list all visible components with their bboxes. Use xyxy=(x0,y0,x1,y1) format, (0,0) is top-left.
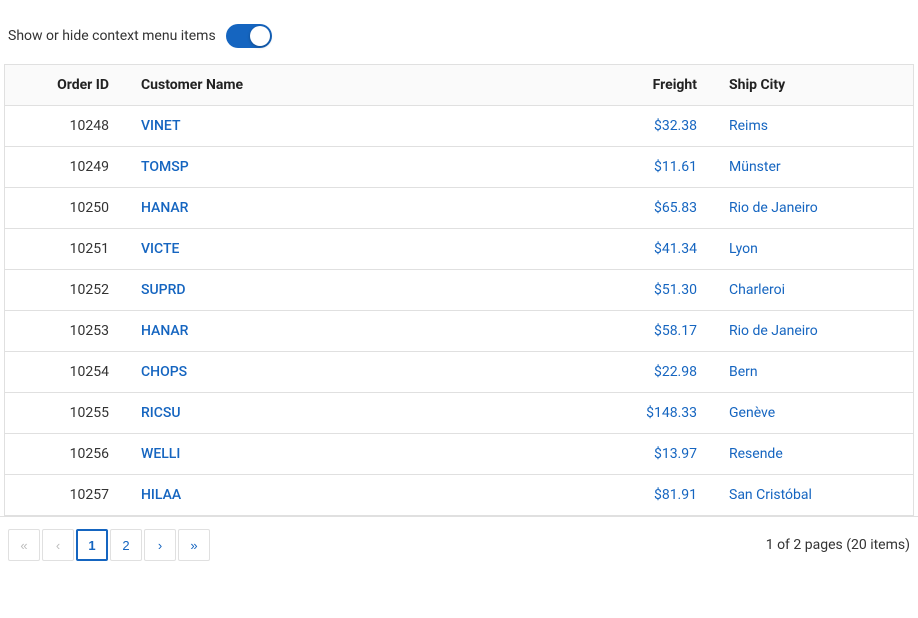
cell-customer: VINET xyxy=(125,106,593,147)
cell-freight: $22.98 xyxy=(593,352,713,393)
cell-freight: $58.17 xyxy=(593,311,713,352)
table-row[interactable]: 10257HILAA$81.91San Cristóbal xyxy=(5,475,913,516)
cell-customer: WELLI xyxy=(125,434,593,475)
cell-orderid: 10249 xyxy=(5,147,125,188)
cell-customer: CHOPS xyxy=(125,352,593,393)
col-header-shipcity: Ship City xyxy=(713,65,913,106)
cell-freight: $41.34 xyxy=(593,229,713,270)
cell-orderid: 10252 xyxy=(5,270,125,311)
cell-customer: HILAA xyxy=(125,475,593,516)
pagination-controls: « ‹ 1 2 › » xyxy=(8,529,210,561)
pagination-row: « ‹ 1 2 › » 1 of 2 pages (20 items) xyxy=(0,516,918,573)
cell-freight: $32.38 xyxy=(593,106,713,147)
cell-shipcity: Charleroi xyxy=(713,270,913,311)
table-row[interactable]: 10250HANAR$65.83Rio de Janeiro xyxy=(5,188,913,229)
context-menu-toggle[interactable] xyxy=(226,24,272,48)
page-1-button[interactable]: 1 xyxy=(76,529,108,561)
table-row[interactable]: 10248VINET$32.38Reims xyxy=(5,106,913,147)
toggle-label: Show or hide context menu items xyxy=(8,28,216,44)
cell-freight: $13.97 xyxy=(593,434,713,475)
cell-customer: SUPRD xyxy=(125,270,593,311)
cell-shipcity: Reims xyxy=(713,106,913,147)
cell-freight: $11.61 xyxy=(593,147,713,188)
cell-shipcity: Rio de Janeiro xyxy=(713,188,913,229)
col-header-freight: Freight xyxy=(593,65,713,106)
cell-shipcity: San Cristóbal xyxy=(713,475,913,516)
cell-shipcity: Rio de Janeiro xyxy=(713,311,913,352)
table-header-row: Order ID Customer Name Freight Ship City xyxy=(5,65,913,106)
cell-shipcity: Bern xyxy=(713,352,913,393)
table-row[interactable]: 10252SUPRD$51.30Charleroi xyxy=(5,270,913,311)
col-header-orderid: Order ID xyxy=(5,65,125,106)
cell-shipcity: Genève xyxy=(713,393,913,434)
cell-orderid: 10255 xyxy=(5,393,125,434)
table-row[interactable]: 10255RICSU$148.33Genève xyxy=(5,393,913,434)
toggle-slider xyxy=(226,24,272,48)
page-first-button[interactable]: « xyxy=(8,529,40,561)
cell-customer: TOMSP xyxy=(125,147,593,188)
cell-orderid: 10248 xyxy=(5,106,125,147)
page-prev-button[interactable]: ‹ xyxy=(42,529,74,561)
data-table-wrapper: Order ID Customer Name Freight Ship City… xyxy=(4,64,914,516)
cell-orderid: 10251 xyxy=(5,229,125,270)
pagination-info: 1 of 2 pages (20 items) xyxy=(766,537,910,553)
table-row[interactable]: 10253HANAR$58.17Rio de Janeiro xyxy=(5,311,913,352)
table-row[interactable]: 10256WELLI$13.97Resende xyxy=(5,434,913,475)
cell-shipcity: Resende xyxy=(713,434,913,475)
cell-customer: HANAR xyxy=(125,188,593,229)
cell-shipcity: Lyon xyxy=(713,229,913,270)
col-header-customer: Customer Name xyxy=(125,65,593,106)
table-row[interactable]: 10249TOMSP$11.61Münster xyxy=(5,147,913,188)
cell-customer: VICTE xyxy=(125,229,593,270)
page-next-button[interactable]: › xyxy=(144,529,176,561)
cell-orderid: 10254 xyxy=(5,352,125,393)
orders-table: Order ID Customer Name Freight Ship City… xyxy=(5,65,913,515)
cell-customer: RICSU xyxy=(125,393,593,434)
cell-orderid: 10256 xyxy=(5,434,125,475)
page-container: Show or hide context menu items Order ID… xyxy=(0,0,918,618)
cell-freight: $51.30 xyxy=(593,270,713,311)
cell-shipcity: Münster xyxy=(713,147,913,188)
table-row[interactable]: 10251VICTE$41.34Lyon xyxy=(5,229,913,270)
cell-orderid: 10253 xyxy=(5,311,125,352)
cell-freight: $148.33 xyxy=(593,393,713,434)
page-2-button[interactable]: 2 xyxy=(110,529,142,561)
cell-customer: HANAR xyxy=(125,311,593,352)
toggle-row: Show or hide context menu items xyxy=(0,16,918,64)
table-scroll-area[interactable]: Order ID Customer Name Freight Ship City… xyxy=(5,65,913,515)
cell-freight: $65.83 xyxy=(593,188,713,229)
cell-orderid: 10250 xyxy=(5,188,125,229)
cell-orderid: 10257 xyxy=(5,475,125,516)
table-body: 10248VINET$32.38Reims10249TOMSP$11.61Mün… xyxy=(5,106,913,516)
table-row[interactable]: 10254CHOPS$22.98Bern xyxy=(5,352,913,393)
page-last-button[interactable]: » xyxy=(178,529,210,561)
cell-freight: $81.91 xyxy=(593,475,713,516)
